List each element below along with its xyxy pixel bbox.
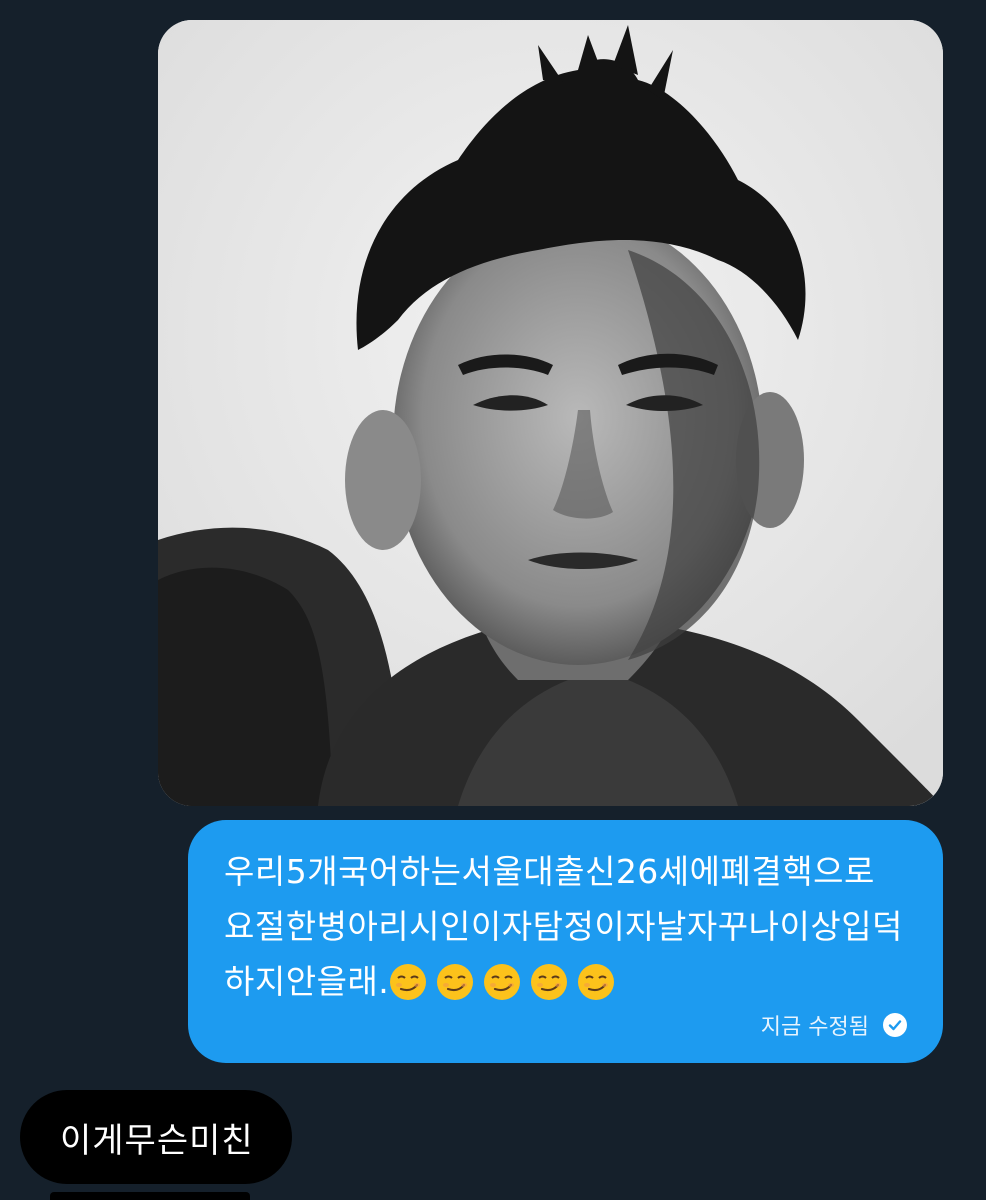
emoji-group [389,956,624,1011]
image-message[interactable] [158,20,943,806]
smirking-face-icon [483,962,521,1000]
smirking-face-icon [389,962,427,1000]
edited-status-text: 지금 수정됨 [760,1015,869,1040]
smirking-face-icon [530,962,568,1000]
received-message-text: 이게무슨미친 [60,1120,254,1161]
smirking-face-icon [577,962,615,1000]
received-message-bubble[interactable]: 이게무슨미친 [20,1090,292,1184]
next-message-edge [50,1192,250,1200]
check-circle-icon [883,1013,907,1037]
sent-message-bubble[interactable]: 우리5개국어하는서울대출신26세에폐결핵으로요절한병아리시인이자탐정이자날자꾸나… [188,820,943,1063]
portrait-photo [158,20,943,806]
dm-conversation: 우리5개국어하는서울대출신26세에폐결핵으로요절한병아리시인이자탐정이자날자꾸나… [0,0,986,1200]
message-status: 지금 수정됨 [761,1009,907,1041]
sent-message-text: 우리5개국어하는서울대출신26세에폐결핵으로요절한병아리시인이자탐정이자날자꾸나… [224,844,903,1011]
smirking-face-icon [436,962,474,1000]
